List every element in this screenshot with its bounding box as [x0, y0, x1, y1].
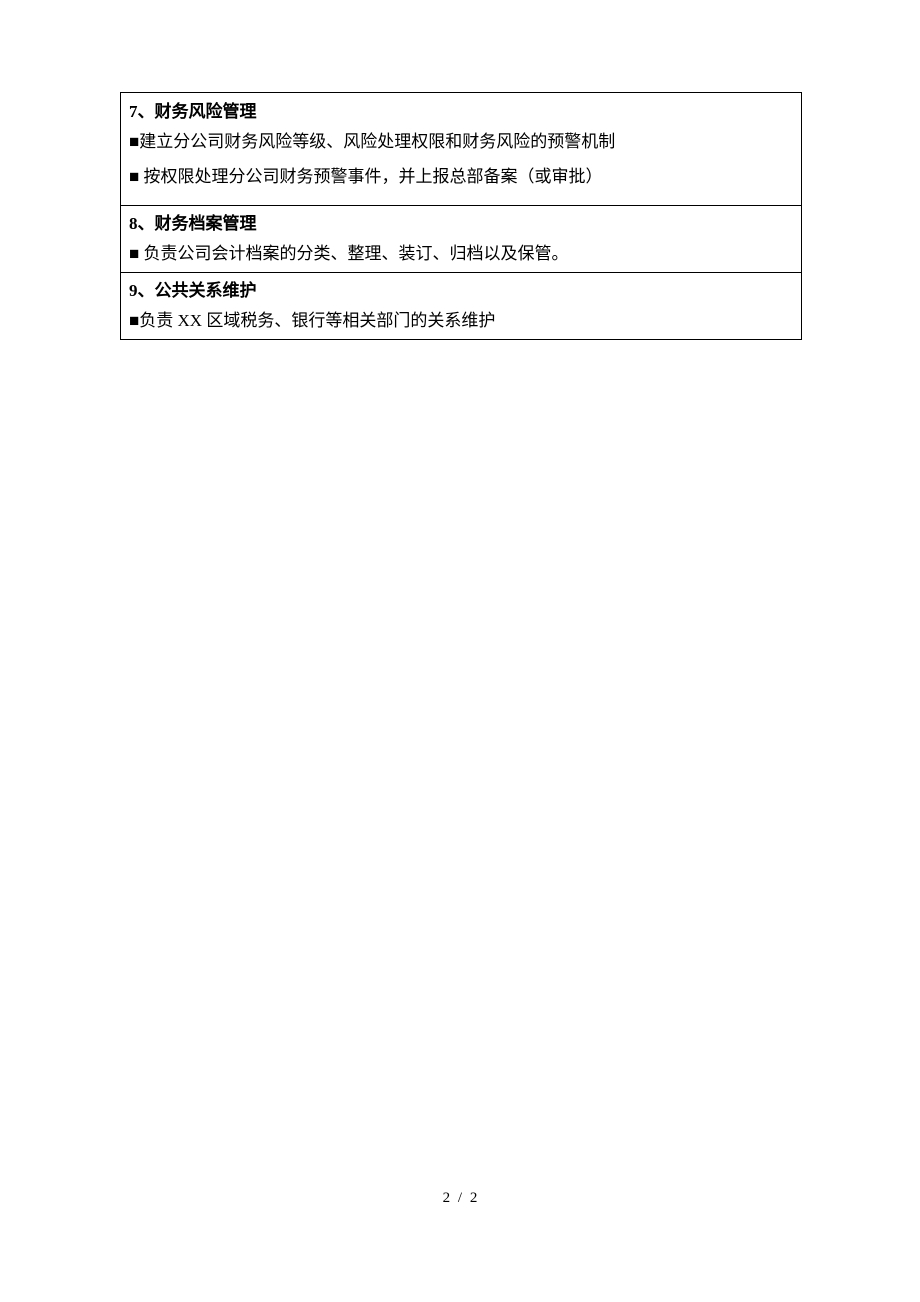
table-row: 9、公共关系维护 ■负责 XX 区域税务、银行等相关部门的关系维护: [121, 272, 802, 339]
bullet-item: ■ 负责公司会计档案的分类、整理、装订、归档以及保管。: [121, 237, 801, 272]
bullet-item: ■ 按权限处理分公司财务预警事件，并上报总部备案（或审批）: [121, 160, 801, 195]
section-heading: 8、财务档案管理: [121, 206, 801, 237]
section-heading: 9、公共关系维护: [121, 273, 801, 304]
table-row: 7、财务风险管理 ■建立分公司财务风险等级、风险处理权限和财务风险的预警机制 ■…: [121, 93, 802, 206]
section-cell-7: 7、财务风险管理 ■建立分公司财务风险等级、风险处理权限和财务风险的预警机制 ■…: [121, 93, 802, 206]
section-cell-9: 9、公共关系维护 ■负责 XX 区域税务、银行等相关部门的关系维护: [121, 272, 802, 339]
bullet-item: ■建立分公司财务风险等级、风险处理权限和财务风险的预警机制: [121, 125, 801, 160]
document-page: 7、财务风险管理 ■建立分公司财务风险等级、风险处理权限和财务风险的预警机制 ■…: [0, 0, 920, 340]
content-table: 7、财务风险管理 ■建立分公司财务风险等级、风险处理权限和财务风险的预警机制 ■…: [120, 92, 802, 340]
page-number: 2 / 2: [0, 1190, 920, 1207]
bullet-item: ■负责 XX 区域税务、银行等相关部门的关系维护: [121, 304, 801, 339]
section-heading: 7、财务风险管理: [121, 93, 801, 125]
section-cell-8: 8、财务档案管理 ■ 负责公司会计档案的分类、整理、装订、归档以及保管。: [121, 205, 802, 272]
table-row: 8、财务档案管理 ■ 负责公司会计档案的分类、整理、装订、归档以及保管。: [121, 205, 802, 272]
